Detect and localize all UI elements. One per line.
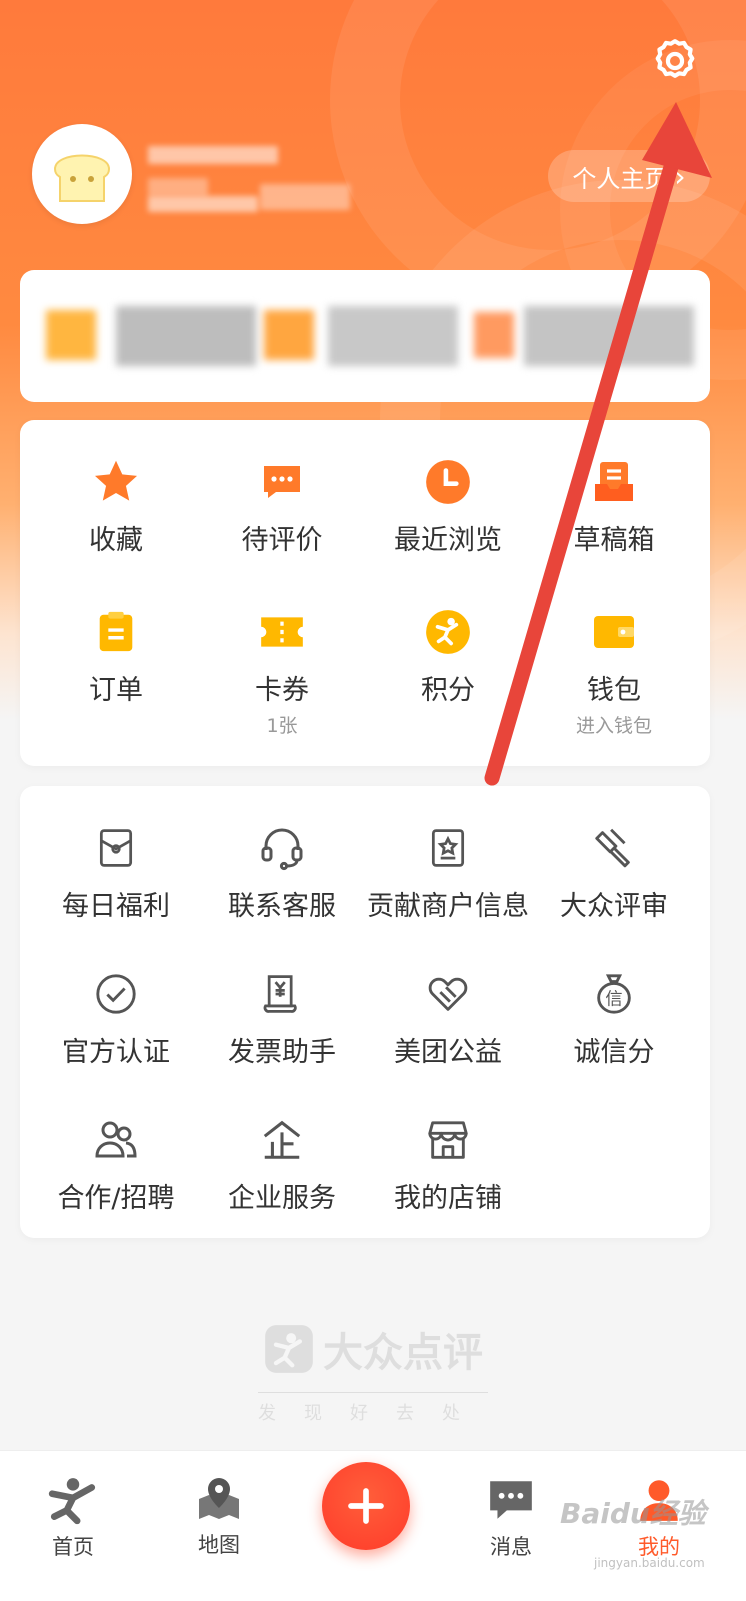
store-icon [428, 1121, 468, 1159]
official-verification-label: 官方认证 [62, 1037, 170, 1068]
drafts-item[interactable]: 草稿箱 [528, 454, 700, 557]
favorites-item[interactable]: 收藏 [30, 454, 202, 557]
tab-messages[interactable]: 消息 [456, 1475, 566, 1561]
public-review-item[interactable]: 大众评审 [528, 820, 700, 923]
svg-text:信: 信 [605, 990, 622, 1010]
coupons-label: 卡券 [255, 675, 309, 706]
coupons-item[interactable]: 卡券 1张 [196, 604, 368, 738]
comment-icon [264, 466, 300, 498]
meituan-charity-item[interactable]: 美团公益 [362, 966, 534, 1069]
orders-item[interactable]: 订单 [30, 604, 202, 707]
official-verification-item[interactable]: 官方认证 [30, 966, 202, 1069]
daily-benefit-item[interactable]: 每日福利 [30, 820, 202, 923]
dianping-logo-icon [265, 1325, 313, 1373]
tab-map-label: 地图 [198, 1533, 240, 1557]
invoice-helper-label: 发票助手 [228, 1037, 336, 1068]
meituan-charity-label: 美团公益 [394, 1037, 502, 1068]
recent-browse-label: 最近浏览 [394, 525, 502, 556]
people-icon [95, 1121, 137, 1158]
recent-browse-item[interactable]: 最近浏览 [362, 454, 534, 557]
cooperation-recruit-label: 合作/招聘 [57, 1183, 175, 1214]
credit-score-label: 诚信分 [573, 1037, 655, 1068]
avatar[interactable] [32, 124, 132, 224]
credit-score-item[interactable]: 信 诚信分 [528, 966, 700, 1069]
gear-icon [655, 39, 695, 78]
my-store-label: 我的店铺 [394, 1183, 502, 1214]
message-icon [490, 1481, 532, 1519]
daily-benefit-label: 每日福利 [62, 891, 170, 922]
clock-icon [426, 460, 470, 504]
pending-review-item[interactable]: 待评价 [196, 454, 368, 557]
watermark-url: jingyan.baidu.com [594, 1556, 705, 1570]
order-icon [99, 611, 133, 652]
invoice-icon [263, 975, 297, 1013]
points-item[interactable]: 积分 [362, 604, 534, 707]
home-icon [48, 1478, 96, 1525]
member-card[interactable] [20, 270, 710, 402]
coupons-count: 1张 [266, 715, 298, 737]
customer-service-item[interactable]: 联系客服 [196, 820, 368, 923]
brand-footer: 大众点评 发现好去处 [0, 1320, 746, 1425]
wallet-item[interactable]: 钱包 进入钱包 [528, 604, 700, 738]
services-card: 每日福利 联系客服 贡献商户信息 大众评审 官方认证 发票助手 美团公益 信 诚… [20, 786, 710, 1238]
customer-service-label: 联系客服 [228, 891, 336, 922]
red-envelope-icon [99, 829, 133, 867]
star-icon [94, 460, 138, 501]
ticket-icon [261, 617, 303, 647]
charity-heart-icon [428, 977, 468, 1011]
quick-actions-card: 收藏 待评价 最近浏览 草稿箱 订单 卡券 1张 积分 钱包 进入钱包 [20, 420, 710, 766]
brand-slogan: 发现好去处 [258, 1392, 488, 1425]
pending-review-label: 待评价 [241, 525, 323, 556]
tab-home-label: 首页 [52, 1535, 94, 1559]
invoice-helper-item[interactable]: 发票助手 [196, 966, 368, 1069]
wallet-icon [594, 616, 634, 648]
blurred-content [46, 306, 706, 370]
gavel-icon [595, 828, 630, 868]
credit-bag-icon: 信 [597, 974, 631, 1014]
map-icon [199, 1478, 239, 1519]
enterprise-service-item[interactable]: 企业服务 [196, 1112, 368, 1215]
enterprise-service-label: 企业服务 [228, 1183, 336, 1214]
add-post-button[interactable] [322, 1462, 410, 1550]
favorites-label: 收藏 [89, 525, 143, 556]
settings-button[interactable] [648, 34, 702, 88]
headset-icon [261, 828, 303, 871]
watermark: Baidu经验 [560, 1497, 706, 1530]
drafts-label: 草稿箱 [573, 525, 655, 556]
brand-name: 大众点评 [323, 1330, 483, 1376]
toast-avatar-icon [53, 154, 111, 202]
draft-box-icon [595, 462, 633, 501]
plus-icon [348, 1488, 384, 1524]
my-store-item[interactable]: 我的店铺 [362, 1112, 534, 1215]
chevron-right-icon: › [674, 159, 686, 193]
cooperation-recruit-item[interactable]: 合作/招聘 [30, 1112, 202, 1215]
points-label: 积分 [421, 675, 475, 706]
tab-map[interactable]: 地图 [164, 1475, 274, 1559]
contribute-merchant-label: 贡献商户信息 [367, 891, 529, 922]
points-icon [426, 610, 470, 654]
wallet-subtitle: 进入钱包 [575, 715, 652, 737]
tab-messages-label: 消息 [490, 1535, 532, 1559]
wallet-label: 钱包 [587, 675, 641, 706]
tab-home[interactable]: 首页 [18, 1475, 128, 1561]
contribute-merchant-item[interactable]: 贡献商户信息 [362, 820, 534, 923]
profile-page-button[interactable]: 个人主页 › [548, 150, 710, 202]
check-circle-icon [96, 974, 136, 1014]
enterprise-icon [263, 1120, 301, 1159]
merchant-info-icon [431, 829, 465, 867]
profile-page-label: 个人主页 [572, 164, 669, 193]
orders-label: 订单 [89, 675, 143, 706]
public-review-label: 大众评审 [560, 891, 668, 922]
